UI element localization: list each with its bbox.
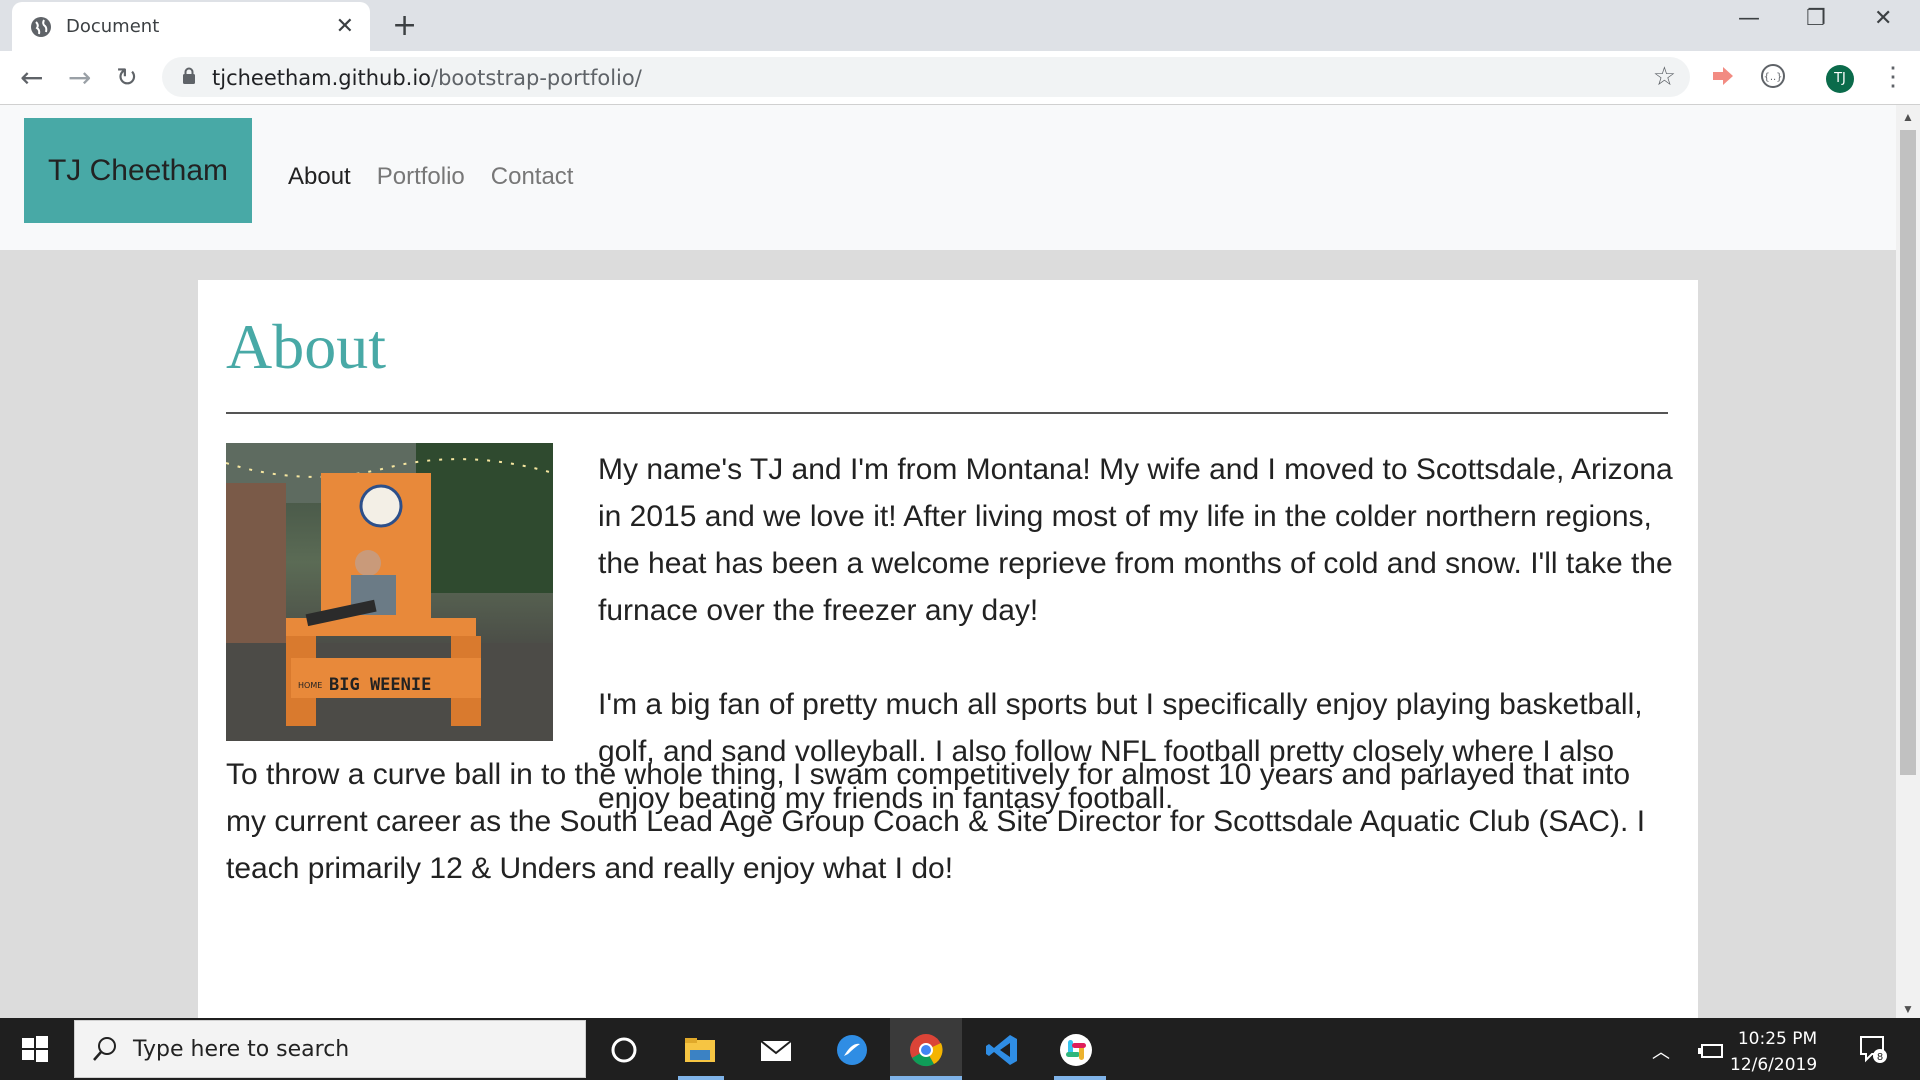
menu-kebab-icon[interactable]: ⋮ xyxy=(1880,61,1906,92)
notifications-icon[interactable]: 8 xyxy=(1858,1034,1888,1064)
minimize-icon[interactable]: — xyxy=(1738,6,1760,31)
scroll-up-icon[interactable]: ▲ xyxy=(1902,110,1914,124)
new-tab-button[interactable]: + xyxy=(392,8,417,43)
url-path: /bootstrap-portfolio/ xyxy=(431,66,642,90)
slack-active-indicator xyxy=(1054,1076,1106,1080)
photo-sign-small: HOME xyxy=(298,681,322,690)
chrome-icon[interactable] xyxy=(908,1032,944,1068)
nav-about[interactable]: About xyxy=(288,163,351,191)
clock-time: 10:25 PM xyxy=(1737,1029,1818,1049)
back-icon[interactable]: ← xyxy=(20,61,43,94)
window-close-icon[interactable]: ✕ xyxy=(1874,6,1892,31)
extension-arrow-icon[interactable] xyxy=(1710,63,1736,89)
clock-date: 12/6/2019 xyxy=(1730,1055,1818,1075)
restore-icon[interactable]: ❐ xyxy=(1806,6,1826,31)
about-paragraph-1: My name's TJ and I'm from Montana! My wi… xyxy=(598,453,1673,627)
about-paragraph-3: To throw a curve ball in to the whole th… xyxy=(226,758,1646,885)
tab-strip: Document ✕ + — ❐ ✕ xyxy=(0,0,1920,51)
page-title: About xyxy=(226,311,386,382)
reload-icon[interactable]: ↻ xyxy=(116,63,138,93)
scroll-down-icon[interactable]: ▼ xyxy=(1902,1002,1914,1016)
about-card: About HOME BIG WEENIE My name's TJ and I… xyxy=(198,280,1698,1018)
browser-toolbar: ← → ↻ tjcheetham.github.io/bootstrap-por… xyxy=(0,51,1920,105)
network-icon[interactable] xyxy=(1698,1040,1726,1060)
cortana-icon[interactable] xyxy=(606,1032,642,1068)
taskbar-search-placeholder: Type here to search xyxy=(133,1037,350,1062)
photo-illustration: HOME BIG WEENIE xyxy=(226,443,553,741)
slack-icon[interactable] xyxy=(1058,1032,1094,1068)
address-bar[interactable]: tjcheetham.github.io/bootstrap-portfolio… xyxy=(162,57,1690,97)
search-icon xyxy=(93,1037,116,1061)
site-nav-links: About Portfolio Contact xyxy=(288,163,573,191)
extension-circle-icon[interactable]: {..} xyxy=(1760,63,1786,89)
browser-tab[interactable]: Document ✕ xyxy=(12,2,370,51)
tab-title: Document xyxy=(66,16,160,37)
mail-icon[interactable] xyxy=(758,1032,794,1068)
windows-start-icon[interactable] xyxy=(20,1034,50,1064)
globe-icon xyxy=(31,17,51,37)
taskbar-search-box[interactable]: Type here to search xyxy=(74,1020,586,1078)
tray-chevron-icon[interactable]: ︿ xyxy=(1652,1038,1670,1064)
chrome-active-indicator xyxy=(890,1076,962,1080)
lock-icon xyxy=(183,67,195,84)
svg-text:{..}: {..} xyxy=(1763,72,1782,83)
site-navbar: TJ Cheetham About Portfolio Contact xyxy=(0,105,1896,250)
url-host: tjcheetham.github.io xyxy=(212,66,432,90)
nav-contact[interactable]: Contact xyxy=(491,163,574,191)
tab-close-icon[interactable]: ✕ xyxy=(336,14,354,39)
notification-count: 8 xyxy=(1877,1052,1883,1063)
nav-portfolio[interactable]: Portfolio xyxy=(377,163,465,191)
site-brand[interactable]: TJ Cheetham xyxy=(24,118,252,223)
page-viewport: TJ Cheetham About Portfolio Contact Abou… xyxy=(0,105,1896,1018)
forward-icon[interactable]: → xyxy=(68,61,91,94)
bookmark-star-icon[interactable]: ☆ xyxy=(1653,61,1676,92)
file-explorer-icon[interactable] xyxy=(682,1032,718,1068)
url-text: tjcheetham.github.io/bootstrap-portfolio… xyxy=(212,66,642,90)
file-explorer-active-indicator xyxy=(678,1076,724,1080)
heading-divider xyxy=(226,412,1668,414)
app-swift-icon[interactable] xyxy=(834,1032,870,1068)
vscode-icon[interactable] xyxy=(984,1032,1020,1068)
photo-sign-text: BIG WEENIE xyxy=(329,675,431,695)
scrollbar-thumb[interactable] xyxy=(1900,130,1916,775)
profile-photo: HOME BIG WEENIE xyxy=(226,443,553,741)
profile-avatar[interactable]: TJ xyxy=(1826,65,1854,93)
windows-taskbar: Type here to search ︿ 10:25 PM 12/6/2019… xyxy=(0,1018,1920,1080)
taskbar-clock[interactable]: 10:25 PM 12/6/2019 xyxy=(1730,1026,1817,1078)
